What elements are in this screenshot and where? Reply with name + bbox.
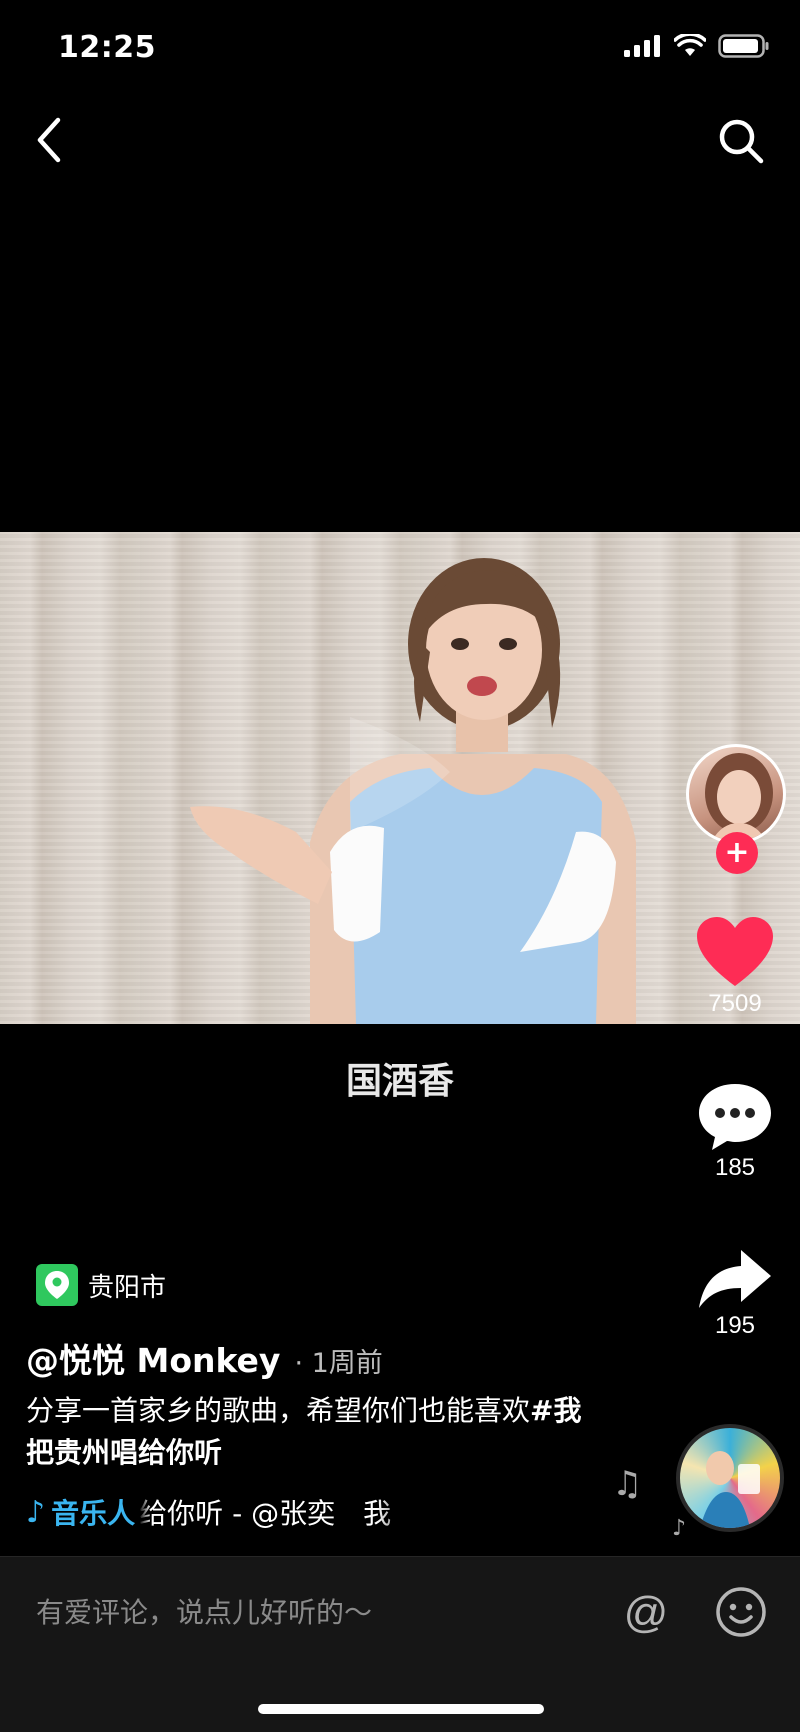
signal-icon <box>624 35 660 57</box>
back-button[interactable] <box>28 112 72 168</box>
post-caption: 分享一首家乡的歌曲，希望你们也能喜欢#我把贵州唱给你听 <box>26 1390 586 1474</box>
caption-text: 分享一首家乡的歌曲，希望你们也能喜欢 <box>26 1394 531 1427</box>
comment-button[interactable]: 185 <box>680 1080 790 1182</box>
author-name[interactable]: @悦悦 Monkey <box>26 1334 280 1382</box>
comment-input[interactable] <box>36 1587 596 1637</box>
location-tag[interactable]: 贵阳市 <box>36 1264 166 1306</box>
follow-button[interactable]: + <box>716 832 758 874</box>
smiley-icon <box>716 1587 766 1637</box>
chevron-left-icon <box>37 117 61 163</box>
share-count: 195 <box>714 1312 756 1339</box>
music-title-marquee: 给你听 - @张奕 我 <box>139 1497 392 1530</box>
comment-icon <box>699 1084 771 1150</box>
music-note-icon: ♪ <box>26 1494 46 1530</box>
share-icon <box>699 1250 771 1308</box>
author-line: @悦悦 Monkey · 1周前 <box>26 1334 383 1382</box>
floating-note-small-icon: ♪ <box>672 1516 687 1541</box>
post-time: · 1周前 <box>294 1348 383 1379</box>
location-pin-icon <box>36 1264 78 1306</box>
music-info[interactable]: ♪ 音乐人 给你听 - @张奕 我 <box>26 1492 456 1532</box>
floating-note-icon: ♫ <box>612 1464 643 1504</box>
home-indicator[interactable] <box>258 1704 544 1714</box>
status-time: 12:25 <box>58 30 156 65</box>
battery-icon <box>718 34 769 58</box>
music-disc[interactable] <box>676 1424 784 1532</box>
like-button[interactable]: 7509 <box>680 916 790 1018</box>
search-icon <box>719 119 764 164</box>
share-button[interactable]: 195 <box>680 1248 790 1340</box>
mention-button[interactable]: @ <box>618 1585 674 1641</box>
author-avatar[interactable] <box>686 744 786 844</box>
heart-icon <box>697 917 773 986</box>
search-button[interactable] <box>716 116 766 166</box>
comment-count: 185 <box>714 1154 756 1181</box>
plus-icon: + <box>724 835 750 870</box>
music-disc-cover <box>700 1451 760 1528</box>
music-tag: 音乐人 <box>51 1497 136 1530</box>
emoji-button[interactable] <box>714 1585 768 1639</box>
wifi-icon <box>674 34 706 56</box>
status-bar: 12:25 <box>0 0 800 100</box>
location-label: 贵阳市 <box>88 1272 167 1303</box>
status-icons <box>624 34 770 58</box>
like-count: 7509 <box>708 990 762 1017</box>
